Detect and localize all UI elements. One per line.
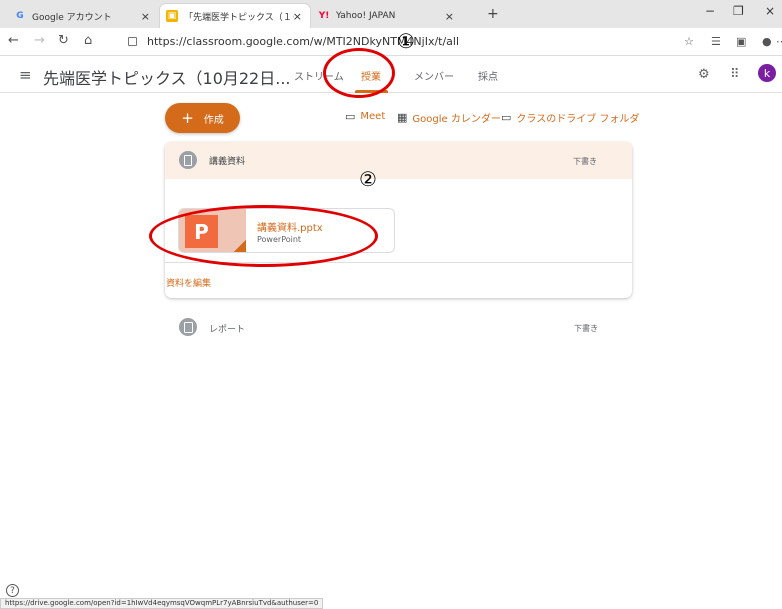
google-favicon-icon: G <box>16 11 24 21</box>
more-icon[interactable]: ⋯ <box>776 35 782 48</box>
minimize-icon[interactable]: − <box>705 4 715 18</box>
create-button[interactable]: + 作成 <box>165 103 240 133</box>
tab-classroom[interactable]: ▣ 「先端医学トピックス（１０月２２ × <box>160 4 310 28</box>
draft-status: 下書き <box>573 157 597 166</box>
collections-icon[interactable]: ▣ <box>736 35 746 48</box>
create-label: 作成 <box>203 114 224 126</box>
tab-label: 「先端医学トピックス（１０月２２ <box>184 12 294 23</box>
maximize-icon[interactable]: ❐ <box>733 4 744 18</box>
topic-title: 講義資料 <box>209 157 246 167</box>
profile-icon[interactable]: ● <box>762 35 772 48</box>
home-icon[interactable]: ⌂ <box>84 33 92 48</box>
material-icon <box>179 151 197 169</box>
meet-link[interactable]: ▭ Meet <box>345 110 385 123</box>
browser-tab-bar: G Google アカウント × ▣ 「先端医学トピックス（１０月２２ × Y!… <box>0 0 782 28</box>
yahoo-favicon-icon: Y! <box>318 11 330 21</box>
annotation-number-1: ① <box>397 29 415 53</box>
calendar-icon: ▦ <box>397 111 408 124</box>
lock-icon <box>128 37 137 46</box>
classroom-favicon-icon: ▣ <box>166 10 178 22</box>
address-bar: ← → ↻ ⌂ https://classroom.google.com/w/M… <box>0 28 782 56</box>
close-tab-icon[interactable]: × <box>141 10 150 23</box>
main-menu-icon[interactable]: ≡ <box>19 66 32 84</box>
class-title[interactable]: 先端医学トピックス（10月22日... <box>43 65 291 89</box>
calendar-link[interactable]: ▦ Google カレンダー <box>397 110 501 125</box>
annotation-number-2: ② <box>359 167 377 191</box>
close-window-icon[interactable]: × <box>765 4 775 18</box>
drive-label: クラスのドライブ フォルダ <box>516 114 640 125</box>
apps-grid-icon[interactable]: ⠿ <box>730 67 740 82</box>
tab-grades[interactable]: 採点 <box>478 68 498 83</box>
annotation-circle-1 <box>323 48 395 98</box>
calendar-label: Google カレンダー <box>412 114 501 125</box>
topic-title-report[interactable]: レポート <box>209 322 245 335</box>
tab-label: Google アカウント <box>32 12 112 23</box>
close-tab-icon[interactable]: × <box>445 10 454 23</box>
annotation-circle-2 <box>149 205 378 267</box>
assignment-icon <box>179 318 197 336</box>
draft-status: 下書き <box>574 324 598 333</box>
topic-card-header[interactable]: 講義資料 下書き <box>165 142 632 179</box>
edit-material-link[interactable]: 資料を編集 <box>166 276 211 289</box>
refresh-icon[interactable]: ↻ <box>58 33 69 48</box>
new-tab-button[interactable]: + <box>487 6 499 22</box>
back-icon[interactable]: ← <box>8 33 19 48</box>
meet-label: Meet <box>360 111 386 122</box>
status-bar-url: https://drive.google.com/open?id=1hIwVd4… <box>0 598 324 609</box>
video-camera-icon: ▭ <box>345 110 356 123</box>
tab-yahoo[interactable]: Y! Yahoo! JAPAN × <box>312 4 462 28</box>
favorites-list-icon[interactable]: ☰ <box>711 35 721 48</box>
settings-gear-icon[interactable]: ⚙ <box>698 67 710 82</box>
tab-label: Yahoo! JAPAN <box>336 11 396 21</box>
folder-icon: ▭ <box>501 111 512 124</box>
avatar[interactable]: k <box>758 64 776 82</box>
tab-google-account[interactable]: G Google アカウント × <box>8 4 158 28</box>
close-tab-icon[interactable]: × <box>293 10 302 23</box>
plus-icon: + <box>181 109 194 127</box>
tab-people[interactable]: メンバー <box>414 68 454 83</box>
forward-icon[interactable]: → <box>34 33 45 48</box>
favorite-star-icon[interactable]: ☆ <box>684 35 694 48</box>
drive-folder-link[interactable]: ▭ クラスのドライブ フォルダ <box>501 110 639 125</box>
help-icon[interactable]: ? <box>6 584 19 597</box>
